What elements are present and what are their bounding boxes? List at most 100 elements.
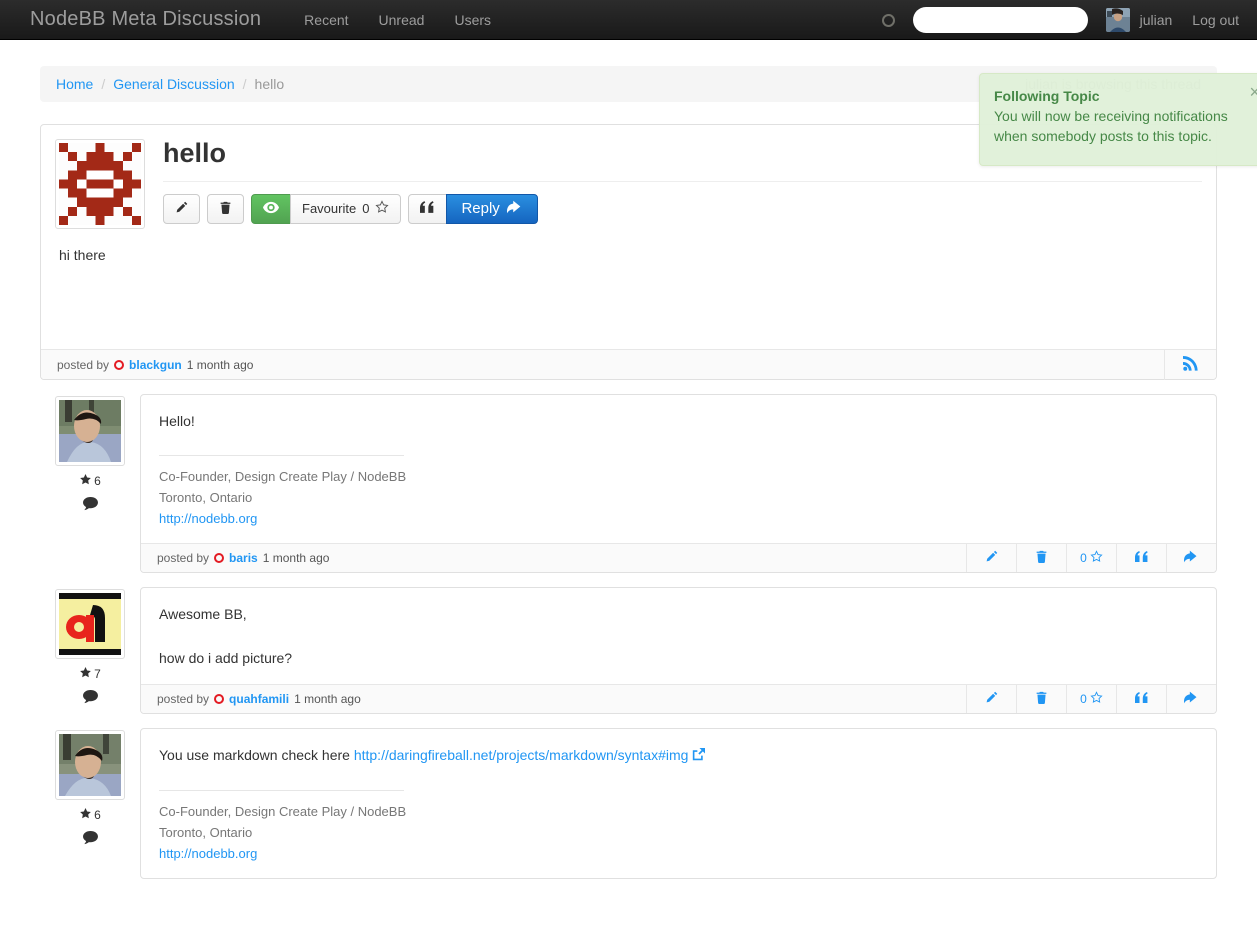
breadcrumb-home[interactable]: Home xyxy=(56,76,93,92)
logout-link[interactable]: Log out xyxy=(1186,12,1239,28)
avatar[interactable] xyxy=(55,139,145,229)
topic-action-buttons: Favourite 0 Reply xyxy=(163,193,1202,224)
post-paragraph: how do i add picture? xyxy=(159,650,293,667)
reply-icon xyxy=(1184,550,1199,566)
avatar[interactable] xyxy=(55,589,125,660)
edit-topic-button[interactable] xyxy=(163,193,200,224)
timestamp: 1 month ago xyxy=(294,691,361,706)
reputation-score: 6 xyxy=(79,473,101,489)
post-paragraph: You use markdown check here http://darin… xyxy=(159,745,1198,768)
signature-line: Co-Founder, Design Create Play / NodeBB xyxy=(159,803,407,819)
search-input[interactable] xyxy=(912,7,1088,33)
favourite-post-button[interactable]: 0 xyxy=(1066,684,1116,713)
rss-feed-button[interactable] xyxy=(1164,349,1216,380)
reply-icon xyxy=(1184,691,1199,707)
quote-post-button[interactable] xyxy=(1116,544,1166,573)
post-content: Awesome BB, how do i add picture? xyxy=(141,588,1216,683)
reply-post-button[interactable] xyxy=(1166,684,1216,713)
external-link-icon xyxy=(692,747,706,764)
trash-icon xyxy=(1035,691,1048,707)
edit-icon xyxy=(985,550,998,566)
reply-label: Reply xyxy=(461,200,500,218)
avatar[interactable] xyxy=(55,396,125,466)
trash-icon xyxy=(219,201,232,217)
reputation-count: 6 xyxy=(94,474,101,488)
trash-icon xyxy=(1035,550,1048,566)
favourite-count: 0 xyxy=(1080,691,1087,706)
signature-divider xyxy=(159,454,404,456)
edit-post-button[interactable] xyxy=(966,684,1016,713)
post-body-card: Awesome BB, how do i add picture? posted… xyxy=(140,587,1217,714)
online-status-icon xyxy=(214,693,225,704)
topic-post-footer: posted by blackgun 1 month ago xyxy=(41,349,1216,380)
quote-icon xyxy=(420,201,435,216)
favourite-count: 0 xyxy=(1080,551,1087,566)
nav-link-unread[interactable]: Unread xyxy=(364,0,440,40)
delete-post-button[interactable] xyxy=(1016,684,1066,713)
post-author-sidebar: 6 xyxy=(40,728,140,879)
author-link[interactable]: quahfamili xyxy=(229,692,289,706)
posted-by-label: posted by xyxy=(157,551,210,566)
online-status-icon xyxy=(214,553,225,564)
close-icon[interactable]: × xyxy=(1243,82,1257,102)
breadcrumb-current: hello xyxy=(254,76,285,92)
reply-post-button[interactable] xyxy=(1166,544,1216,573)
user-menu[interactable]: julian xyxy=(1105,8,1187,32)
avatar[interactable] xyxy=(1105,8,1130,32)
author-link[interactable]: blackgun xyxy=(129,358,182,372)
quote-button[interactable] xyxy=(408,193,448,224)
nav-link-users[interactable]: Users xyxy=(439,0,506,40)
rss-icon xyxy=(1183,355,1198,374)
signature-link[interactable]: http://nodebb.org xyxy=(159,511,257,526)
post-meta: posted by baris 1 month ago xyxy=(141,544,329,572)
external-link[interactable]: http://daringfireball.net/projects/markd… xyxy=(354,747,689,763)
signature-line: Co-Founder, Design Create Play / NodeBB xyxy=(159,468,407,484)
post-meta: posted by quahfamili 1 month ago xyxy=(141,685,361,713)
signature-divider xyxy=(159,789,404,791)
post-author-sidebar: 7 xyxy=(40,587,140,713)
username-link[interactable]: julian xyxy=(1130,12,1187,28)
star-icon xyxy=(375,200,389,217)
author-link[interactable]: baris xyxy=(229,551,258,565)
timestamp: 1 month ago xyxy=(186,357,254,372)
breadcrumb-category[interactable]: General Discussion xyxy=(113,76,234,92)
post-paragraph: Awesome BB, xyxy=(159,606,247,623)
circle-icon[interactable] xyxy=(881,13,895,27)
reply-group: Reply xyxy=(408,193,538,224)
post-footer: posted by quahfamili 1 month ago 0 xyxy=(141,683,1216,713)
favourite-label: Favourite xyxy=(302,201,357,217)
favourite-button[interactable]: Favourite 0 xyxy=(290,193,402,224)
favourite-post-button[interactable]: 0 xyxy=(1066,544,1116,573)
post-body-card: Hello! Co-Founder, Design Create Play / … xyxy=(140,394,1217,574)
post-body-card: You use markdown check here http://darin… xyxy=(140,727,1217,880)
quote-post-button[interactable] xyxy=(1116,684,1166,713)
reputation-count: 6 xyxy=(94,807,101,822)
post-meta: posted by blackgun 1 month ago xyxy=(57,358,253,372)
delete-post-button[interactable] xyxy=(1016,544,1066,573)
post-content: You use markdown check here http://darin… xyxy=(141,729,1216,878)
chat-icon[interactable] xyxy=(82,830,98,848)
avatar[interactable] xyxy=(55,729,125,800)
post-item: 7 Awesome BB, how do i add picture? post… xyxy=(40,587,1217,714)
signature-link[interactable]: http://nodebb.org xyxy=(159,846,257,861)
chat-icon[interactable] xyxy=(82,690,98,707)
site-brand[interactable]: NodeBB Meta Discussion xyxy=(30,8,261,31)
edit-post-button[interactable] xyxy=(966,544,1016,573)
edit-icon xyxy=(985,691,998,707)
star-icon xyxy=(79,473,92,489)
edit-icon xyxy=(175,201,188,217)
title-divider xyxy=(163,180,1202,182)
top-navbar: NodeBB Meta Discussion Recent Unread Use… xyxy=(0,0,1257,40)
reputation-count: 7 xyxy=(94,667,101,682)
quote-icon xyxy=(1134,691,1149,706)
quote-icon xyxy=(1134,551,1149,565)
chat-icon[interactable] xyxy=(82,497,98,514)
post-footer: posted by baris 1 month ago 0 xyxy=(141,543,1216,573)
reputation-score: 6 xyxy=(79,807,101,823)
nav-link-recent[interactable]: Recent xyxy=(289,0,363,40)
follow-topic-button[interactable] xyxy=(251,193,291,224)
reply-button[interactable]: Reply xyxy=(446,193,538,224)
primary-nav: Recent Unread Users xyxy=(289,0,506,40)
delete-topic-button[interactable] xyxy=(207,193,244,224)
star-icon xyxy=(79,807,92,823)
